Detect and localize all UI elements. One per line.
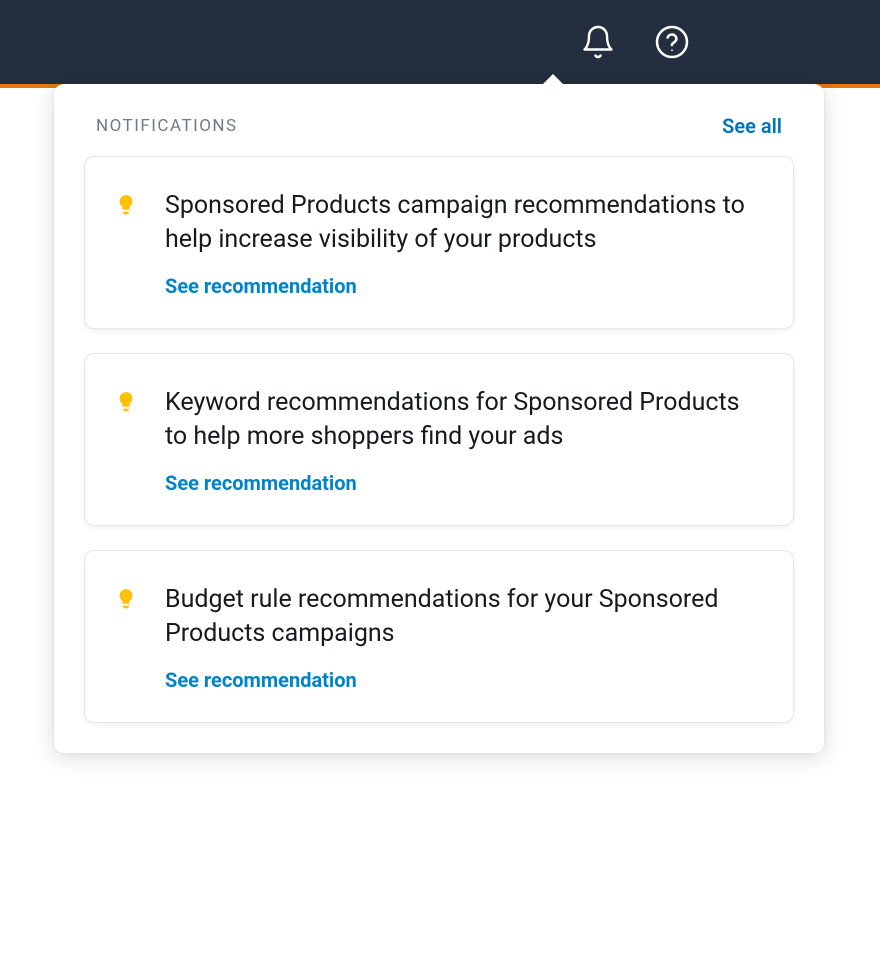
card-body: Keyword recommendations for Sponsored Pr… bbox=[165, 386, 763, 495]
lightbulb-icon bbox=[115, 587, 137, 615]
notification-card[interactable]: Keyword recommendations for Sponsored Pr… bbox=[84, 353, 794, 526]
card-body: Budget rule recommendations for your Spo… bbox=[165, 583, 763, 692]
bell-icon[interactable] bbox=[580, 24, 616, 60]
notification-card[interactable]: Budget rule recommendations for your Spo… bbox=[84, 550, 794, 723]
popover-header: NOTIFICATIONS See all bbox=[84, 110, 794, 156]
notification-title: Budget rule recommendations for your Spo… bbox=[165, 583, 763, 650]
notification-card[interactable]: Sponsored Products campaign recommendati… bbox=[84, 156, 794, 329]
see-recommendation-link[interactable]: See recommendation bbox=[165, 274, 763, 298]
popover-caret bbox=[541, 74, 565, 86]
lightbulb-icon bbox=[115, 390, 137, 418]
notifications-title: NOTIFICATIONS bbox=[96, 116, 238, 136]
see-all-link[interactable]: See all bbox=[722, 114, 782, 138]
see-recommendation-link[interactable]: See recommendation bbox=[165, 668, 763, 692]
notification-title: Keyword recommendations for Sponsored Pr… bbox=[165, 386, 763, 453]
notification-title: Sponsored Products campaign recommendati… bbox=[165, 189, 763, 256]
help-icon[interactable] bbox=[654, 24, 690, 60]
see-recommendation-link[interactable]: See recommendation bbox=[165, 471, 763, 495]
lightbulb-icon bbox=[115, 193, 137, 221]
card-body: Sponsored Products campaign recommendati… bbox=[165, 189, 763, 298]
top-navigation-bar bbox=[0, 0, 880, 84]
notifications-popover: NOTIFICATIONS See all Sponsored Products… bbox=[54, 84, 824, 753]
